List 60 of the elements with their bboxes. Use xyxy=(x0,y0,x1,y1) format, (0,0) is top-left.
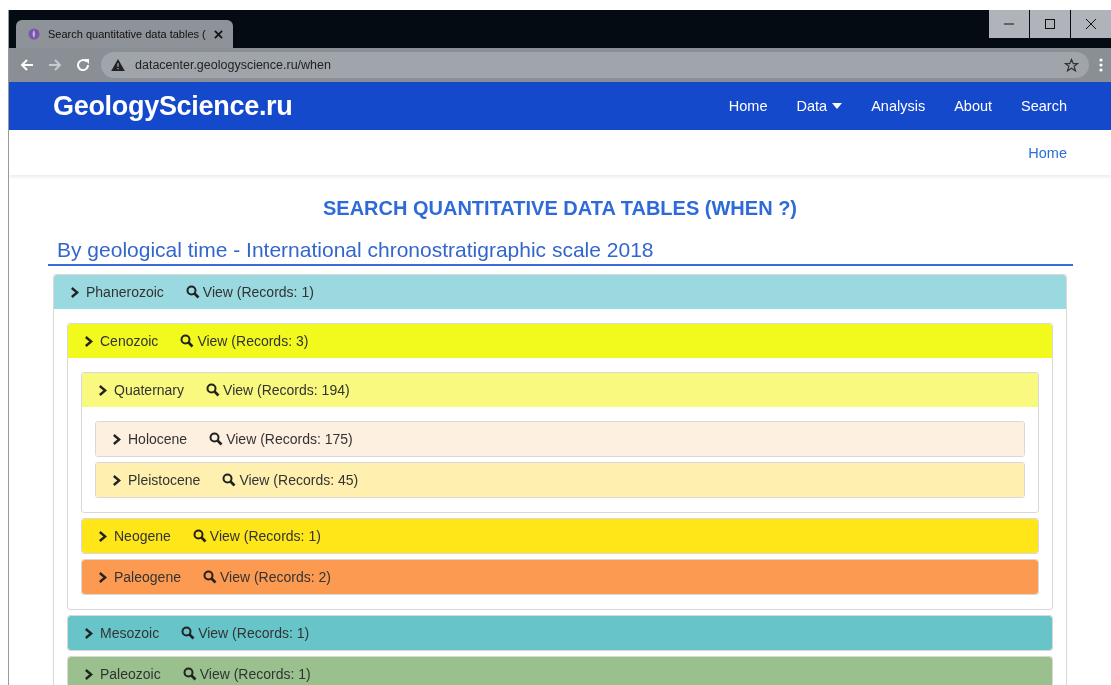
view-link[interactable]: View (Records: 1) xyxy=(182,666,311,682)
search-icon xyxy=(202,570,217,584)
chevron-icon xyxy=(98,530,107,542)
view-link[interactable]: View (Records: 175) xyxy=(209,431,353,447)
search-icon xyxy=(185,285,200,299)
close-icon xyxy=(1086,19,1096,29)
view-link[interactable]: View (Records: 1) xyxy=(185,284,314,300)
breadcrumb-link[interactable]: Home xyxy=(1028,144,1067,161)
search-icon xyxy=(180,334,195,348)
reload-icon[interactable] xyxy=(75,57,91,73)
star-icon[interactable] xyxy=(1064,57,1079,73)
search-icon xyxy=(222,473,237,487)
warning-icon xyxy=(111,59,125,71)
search-icon xyxy=(209,432,224,446)
nav-link[interactable]: Analysis xyxy=(871,98,926,114)
chevron-icon xyxy=(84,668,93,680)
chevron-icon xyxy=(70,286,79,298)
era-toggle[interactable]: Holocene xyxy=(128,431,188,447)
chevron-icon xyxy=(98,571,107,583)
search-icon xyxy=(206,383,221,397)
browser-tab[interactable]: Search quantitative data tables ( xyxy=(16,20,233,48)
view-link[interactable]: View (Records: 2) xyxy=(202,569,331,585)
caret-icon xyxy=(832,103,843,109)
era-toggle[interactable]: Cenozoic xyxy=(100,333,159,349)
era-toggle[interactable]: Paleogene xyxy=(114,569,181,585)
era-toggle[interactable]: Neogene xyxy=(114,528,171,544)
drop-icon xyxy=(28,28,40,40)
search-icon xyxy=(182,667,197,681)
era-toggle[interactable]: Phanerozoic xyxy=(86,284,164,300)
section-heading: By geological time - International chronostratigraphic scale 2018 xyxy=(48,238,1073,266)
view-link[interactable]: View (Records: 45) xyxy=(222,472,359,488)
nav-link[interactable]: Data xyxy=(796,98,843,114)
chevron-icon xyxy=(112,433,121,445)
tab-title: Search quantitative data tables ( xyxy=(48,28,206,40)
site-logo[interactable]: GeologyScience.ru xyxy=(53,90,293,122)
nav-link[interactable]: About xyxy=(954,98,993,114)
era-toggle[interactable]: Paleozoic xyxy=(100,666,161,682)
nav-link[interactable]: Search xyxy=(1021,98,1067,114)
menu-icon[interactable] xyxy=(1099,57,1103,73)
address-bar[interactable]: datacenter.geologyscience.ru/when xyxy=(101,52,1089,78)
forward-icon[interactable] xyxy=(47,57,63,73)
era-toggle[interactable]: Pleistocene xyxy=(128,472,201,488)
view-link[interactable]: View (Records: 194) xyxy=(206,382,350,398)
close-icon[interactable] xyxy=(213,29,223,39)
maximize-button[interactable] xyxy=(1030,10,1070,38)
chevron-icon xyxy=(84,335,93,347)
chevron-icon xyxy=(112,474,121,486)
search-icon xyxy=(181,626,196,640)
chevron-icon xyxy=(98,384,107,396)
era-toggle[interactable]: Mesozoic xyxy=(100,625,160,641)
back-icon[interactable] xyxy=(19,57,35,73)
chevron-icon xyxy=(84,627,93,639)
view-link[interactable]: View (Records: 3) xyxy=(180,333,309,349)
search-icon xyxy=(192,529,207,543)
era-toggle[interactable]: Quaternary xyxy=(114,382,185,398)
view-link[interactable]: View (Records: 1) xyxy=(192,528,321,544)
page-title: SEARCH QUANTITATIVE DATA TABLES (WHEN ?) xyxy=(321,197,798,220)
nav-link[interactable]: Home xyxy=(728,98,768,114)
view-link[interactable]: View (Records: 1) xyxy=(181,625,310,641)
maximize-icon xyxy=(1045,19,1055,29)
